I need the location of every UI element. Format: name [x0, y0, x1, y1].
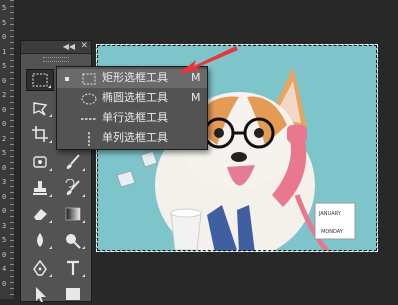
rectangular-marquee-tool-icon[interactable] — [26, 69, 54, 91]
collapse-icon[interactable]: ◀◀ — [63, 42, 75, 51]
ruler-tick-label: 4 — [2, 265, 7, 273]
ruler-tick-label: 5 — [2, 18, 7, 27]
ruler-tick-label: 0 — [2, 192, 7, 201]
path-selection-icon[interactable] — [26, 283, 54, 305]
dodge-tool-icon[interactable] — [59, 229, 87, 251]
vertical-ruler: 55015020025030035040 — [0, 0, 15, 299]
gradient-tool-icon[interactable] — [59, 203, 87, 225]
rectangular-marquee-icon — [81, 72, 97, 85]
crop-tool-icon[interactable] — [26, 123, 54, 145]
marquee-tool-flyout-menu: 矩形选框工具 M 椭圆选框工具 M 单行选框工具 单列选框工具 — [56, 66, 208, 150]
ruler-tick-label: 0 — [2, 207, 7, 215]
close-icon[interactable]: ✕ — [80, 41, 88, 51]
menu-item-shortcut: M — [191, 91, 201, 104]
rectangle-shape-icon[interactable] — [59, 283, 87, 305]
elliptical-marquee-icon — [81, 92, 97, 105]
menu-item-label: 单行选框工具 — [102, 111, 168, 124]
lasso-tool-icon[interactable] — [26, 97, 54, 119]
menu-item-single-column-marquee[interactable]: 单列选框工具 — [57, 129, 207, 148]
eraser-tool-icon[interactable] — [26, 203, 54, 225]
type-tool-icon[interactable] — [59, 257, 87, 279]
selected-bullet-icon — [65, 76, 69, 81]
ruler-tick-label: 2 — [2, 91, 7, 99]
clone-stamp-icon[interactable] — [26, 177, 54, 199]
brush-tool-icon[interactable] — [59, 151, 87, 173]
calendar-month: JANUARY — [319, 211, 341, 217]
history-brush-icon[interactable] — [59, 177, 87, 199]
tools-panel-header[interactable]: ◀◀ ✕ — [21, 41, 91, 54]
spot-healing-brush-icon[interactable] — [26, 151, 54, 173]
single-row-marquee-icon — [81, 112, 97, 125]
menu-item-single-row-marquee[interactable]: 单行选框工具 — [57, 109, 207, 128]
blur-tool-icon[interactable] — [26, 229, 54, 251]
pen-tool-icon[interactable] — [26, 257, 54, 279]
ruler-tick-label: 0 — [2, 33, 7, 41]
ruler-tick-label: 0 — [2, 105, 7, 114]
calendar-day: MONDAY — [321, 229, 343, 235]
red-arrow-annotation — [178, 46, 238, 74]
panel-grip[interactable] — [43, 57, 69, 62]
ruler-tick-label: 0 — [2, 279, 7, 288]
single-column-marquee-icon — [81, 131, 97, 146]
menu-item-label: 单列选框工具 — [102, 131, 168, 144]
menu-item-label: 矩形选框工具 — [102, 71, 168, 84]
menu-item-elliptical-marquee[interactable]: 椭圆选框工具 M — [57, 89, 207, 108]
menu-item-label: 椭圆选框工具 — [102, 91, 168, 104]
